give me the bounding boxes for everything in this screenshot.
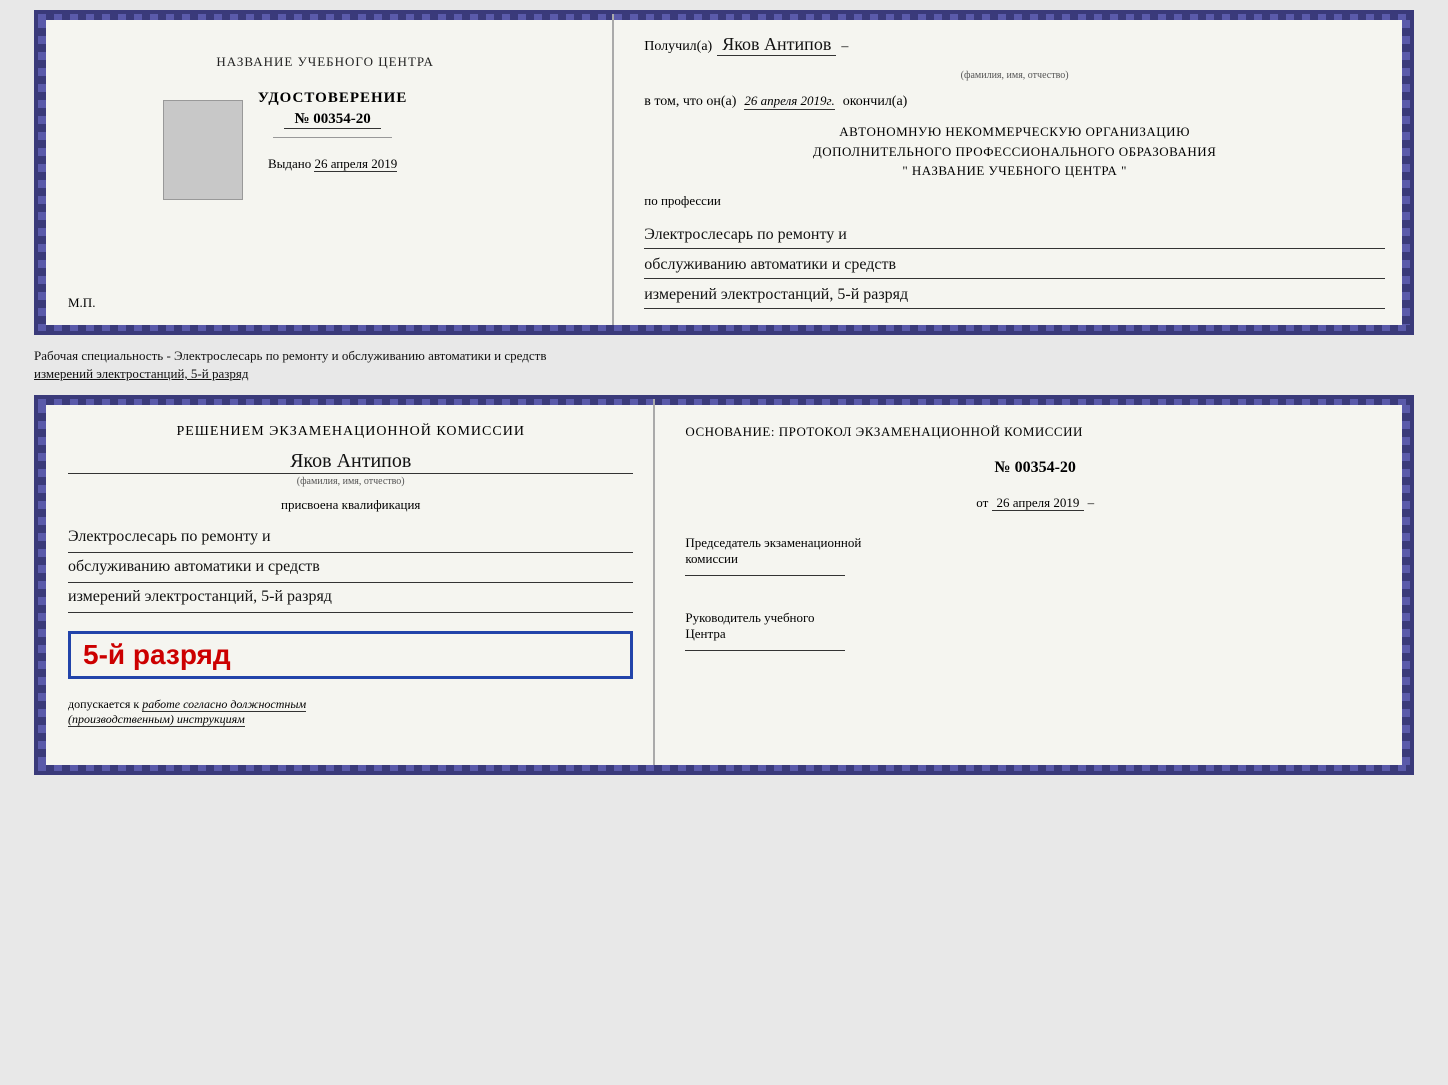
qualification-block: Электрослесарь по ремонту и обслуживанию… [68, 523, 633, 612]
vydano-date: 26 апреля 2019 [314, 156, 397, 172]
org-line1: АВТОНОМНУЮ НЕКОММЕРЧЕСКУЮ ОРГАНИЗАЦИЮ [644, 122, 1385, 142]
center-content: УДОСТОВЕРЕНИЕ № 00354-20 Выдано 26 апрел… [258, 90, 408, 172]
photo-placeholder [163, 100, 243, 200]
rukovoditel-line1: Руководитель учебного [685, 610, 1385, 626]
osnovanie-label: Основание: протокол экзаменационной коми… [685, 424, 1385, 440]
dopuskaetsya-value: работе согласно должностным [142, 697, 306, 712]
predsedatel-line2: комиссии [685, 551, 1385, 567]
bottom-document: Решением экзаменационной комиссии Яков А… [34, 395, 1414, 775]
subtitle-area: Рабочая специальность - Электрослесарь п… [34, 343, 1414, 387]
vtom-line: в том, что он(а) 26 апреля 2019г. окончи… [644, 93, 1385, 110]
photo-and-content: УДОСТОВЕРЕНИЕ № 00354-20 Выдано 26 апрел… [243, 90, 408, 200]
subtitle-line1: Рабочая специальность - Электрослесарь п… [34, 347, 1414, 365]
vydano-block: Выдано 26 апреля 2019 [268, 156, 397, 172]
fio-subtitle-top: (фамилия, имя, отчество) [644, 70, 1385, 81]
udostoverenie-title: УДОСТОВЕРЕНИЕ [258, 90, 408, 107]
rukovoditel-block: Руководитель учебного Центра [685, 610, 1385, 659]
qual-line3: измерений электростанций, 5-й разряд [68, 583, 633, 613]
recipient-name-bottom: Яков Антипов [68, 450, 633, 474]
top-document: НАЗВАНИЕ УЧЕБНОГО ЦЕНТРА УДОСТОВЕРЕНИЕ №… [34, 10, 1414, 335]
bottom-right-panel: Основание: протокол экзаменационной коми… [655, 399, 1410, 771]
vtom-label: в том, что он(а) [644, 94, 736, 110]
bottom-left-panel: Решением экзаменационной комиссии Яков А… [38, 399, 655, 771]
divider [273, 137, 393, 138]
bottom-right-border [1402, 405, 1410, 765]
udostoverenie-block: УДОСТОВЕРЕНИЕ № 00354-20 [258, 90, 408, 129]
top-left-panel: НАЗВАНИЕ УЧЕБНОГО ЦЕНТРА УДОСТОВЕРЕНИЕ №… [38, 14, 614, 331]
predsedatel-line1: Председатель экзаменационной [685, 535, 1385, 551]
right-border-decoration [1402, 20, 1410, 325]
vydano-label: Выдано [268, 156, 311, 171]
razryad-text: 5-й разряд [83, 639, 231, 670]
ot-date-block: от 26 апреля 2019 – [685, 495, 1385, 511]
udostoverenie-number: № 00354-20 [284, 111, 380, 129]
ot-label: от [976, 495, 988, 510]
top-center-title: НАЗВАНИЕ УЧЕБНОГО ЦЕНТРА [216, 54, 433, 70]
fio-subtitle-bottom: (фамилия, имя, отчество) [68, 476, 633, 487]
okochil-label: окончил(а) [843, 94, 908, 110]
profession-block: Электрослесарь по ремонту и обслуживанию… [644, 221, 1385, 312]
org-line3: " НАЗВАНИЕ УЧЕБНОГО ЦЕНТРА " [644, 161, 1385, 181]
poluchil-line: Получил(а) Яков Антипов – [644, 34, 1385, 56]
ot-date-value: 26 апреля 2019 [992, 495, 1085, 511]
recipient-name-top: Яков Антипов [717, 34, 836, 56]
profession-line1: Электрослесарь по ремонту и [644, 221, 1385, 249]
prisvoena-label: присвоена квалификация [68, 497, 633, 513]
poluchil-label: Получил(а) [644, 39, 712, 55]
vtom-date: 26 апреля 2019г. [744, 93, 834, 110]
subtitle-line2: измерений электростанций, 5-й разряд [34, 365, 1414, 383]
po-professii-label: по профессии [644, 193, 1385, 209]
razryad-badge: 5-й разряд [68, 631, 633, 679]
resheniem-label: Решением экзаменационной комиссии [68, 424, 633, 440]
dopuskaetsya-label: допускается к [68, 697, 139, 711]
predsedatel-signature-line [685, 575, 845, 576]
dopuskaetsya-value2: (производственным) инструкциям [68, 712, 245, 727]
rukovoditel-signature-line [685, 650, 845, 651]
profession-line3: измерений электростанций, 5-й разряд [644, 281, 1385, 309]
qual-line1: Электрослесарь по ремонту и [68, 523, 633, 553]
rukovoditel-line2: Центра [685, 626, 1385, 642]
org-block: АВТОНОМНУЮ НЕКОММЕРЧЕСКУЮ ОРГАНИЗАЦИЮ ДО… [644, 122, 1385, 181]
ot-dash: – [1088, 495, 1095, 510]
bottom-name-block: Яков Антипов (фамилия, имя, отчество) [68, 450, 633, 487]
protocol-number: № 00354-20 [685, 459, 1385, 477]
mp-block: М.П. [58, 295, 95, 311]
qual-line2: обслуживанию автоматики и средств [68, 553, 633, 583]
top-right-panel: Получил(а) Яков Антипов – (фамилия, имя,… [614, 14, 1410, 331]
predsedatel-block: Председатель экзаменационной комиссии [685, 535, 1385, 584]
dopuskaetsya-block: допускается к работе согласно должностны… [68, 697, 633, 727]
profession-line2: обслуживанию автоматики и средств [644, 251, 1385, 279]
dash-decor: – [841, 39, 848, 55]
org-line2: ДОПОЛНИТЕЛЬНОГО ПРОФЕССИОНАЛЬНОГО ОБРАЗО… [644, 142, 1385, 162]
